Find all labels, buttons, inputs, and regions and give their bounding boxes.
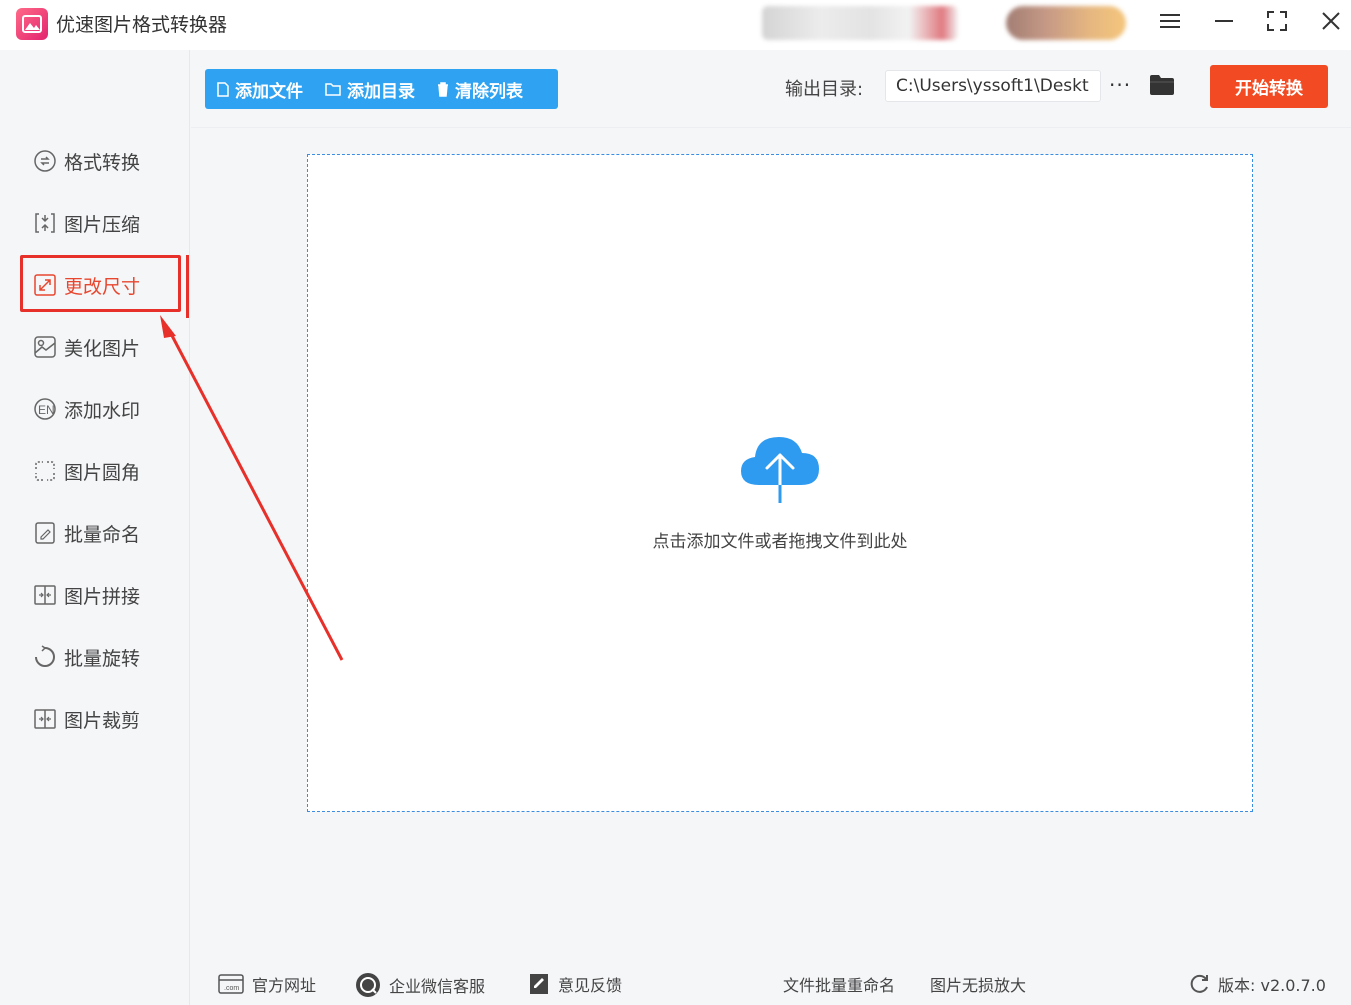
sidebar-item-beautify[interactable]: 美化图片: [32, 327, 172, 367]
add-dir-label: 添加目录: [347, 81, 415, 102]
menu-icon[interactable]: [1150, 6, 1190, 36]
website-label: 官方网址: [252, 976, 317, 995]
minimize-icon[interactable]: [1204, 6, 1244, 36]
file-button-group: 添加文件 添加目录 清除列表: [205, 69, 558, 109]
output-dir-label: 输出目录:: [785, 79, 864, 100]
sidebar-item-label: 图片圆角: [64, 461, 141, 484]
sidebar-item-label: 美化图片: [64, 337, 141, 360]
maximize-icon[interactable]: [1257, 6, 1297, 36]
crop-icon: [32, 706, 58, 732]
toolbar: 添加文件 添加目录 清除列表 输出目录: C:\Users\yssoft1\De…: [191, 50, 1351, 128]
feedback-icon: [530, 974, 548, 994]
drop-hint: 点击添加文件或者拖拽文件到此处: [652, 532, 908, 552]
sidebar-item-rotate[interactable]: 批量旋转: [32, 637, 172, 677]
svg-text:EN: EN: [38, 403, 55, 417]
svg-text:.com: .com: [224, 985, 239, 992]
app-title: 优速图片格式转换器: [56, 14, 228, 36]
start-convert-button[interactable]: 开始转换: [1210, 65, 1328, 108]
batch-rename-link[interactable]: 文件批量重命名: [783, 972, 895, 996]
folder-outline-icon: [325, 82, 341, 96]
sidebar-item-batch-rename[interactable]: 批量命名: [32, 513, 172, 553]
app-logo-icon: [16, 8, 48, 40]
title-bar: 优速图片格式转换器: [0, 0, 1351, 50]
clear-list-button[interactable]: 清除列表: [437, 77, 523, 102]
sidebar-item-rounded-corner[interactable]: 图片圆角: [32, 451, 172, 491]
blurred-user-avatar[interactable]: [1006, 6, 1126, 40]
sidebar-item-label: 图片裁剪: [64, 709, 141, 732]
highlight-box: [20, 255, 181, 312]
sidebar-item-label: 添加水印: [64, 399, 141, 422]
cloud-upload-icon[interactable]: [739, 433, 821, 509]
version-label: 版本: v2.0.7.0: [1218, 976, 1326, 995]
rotate-icon: [32, 644, 58, 670]
add-file-label: 添加文件: [235, 81, 303, 102]
watermark-icon: EN: [32, 396, 58, 422]
sidebar-item-label: 批量命名: [64, 523, 141, 546]
sidebar-item-label: 图片压缩: [64, 213, 141, 236]
trash-icon: [438, 81, 448, 97]
sidebar-item-stitch[interactable]: 图片拼接: [32, 575, 172, 615]
sidebar-item-label: 批量旋转: [64, 647, 141, 670]
rename-icon: [32, 520, 58, 546]
folder-icon[interactable]: [1149, 74, 1175, 100]
feedback-label: 意见反馈: [558, 976, 623, 995]
beautify-icon: [32, 334, 58, 360]
feedback-link[interactable]: 意见反馈: [528, 972, 622, 996]
blurred-account-area: [762, 6, 958, 40]
add-dir-button[interactable]: 添加目录: [325, 77, 415, 102]
close-icon[interactable]: [1311, 6, 1351, 36]
sidebar-item-label: 格式转换: [64, 151, 141, 174]
wechat-service-link[interactable]: 企业微信客服: [355, 972, 485, 998]
compress-icon: [32, 210, 58, 236]
website-icon: .com: [218, 974, 244, 994]
rounded-corner-icon: [32, 458, 58, 484]
clear-list-label: 清除列表: [455, 81, 523, 102]
lossless-enlarge-link[interactable]: 图片无损放大: [930, 972, 1026, 996]
wechat-label: 企业微信客服: [389, 977, 486, 996]
sidebar-item-watermark[interactable]: EN 添加水印: [32, 389, 172, 429]
active-indicator: [186, 255, 189, 318]
enlarge-label: 图片无损放大: [930, 976, 1027, 995]
sidebar-item-compress[interactable]: 图片压缩: [32, 203, 172, 243]
output-dir-field[interactable]: C:\Users\yssoft1\Deskt: [885, 70, 1101, 102]
add-file-button[interactable]: 添加文件: [217, 77, 303, 102]
sidebar-item-label: 图片拼接: [64, 585, 141, 608]
stitch-icon: [32, 582, 58, 608]
wechat-icon: [356, 973, 380, 997]
footer: .com 官方网址 企业微信客服 意见反馈 文件批量重命名 图片无损放大 版本:…: [191, 951, 1351, 1005]
format-convert-icon: [32, 148, 58, 174]
sidebar-item-format-convert[interactable]: 格式转换: [32, 141, 172, 181]
website-link[interactable]: .com 官方网址: [218, 972, 316, 996]
sidebar-item-crop[interactable]: 图片裁剪: [32, 699, 172, 739]
refresh-icon: [1190, 974, 1208, 993]
batch-rename-label: 文件批量重命名: [783, 976, 896, 995]
file-icon: [217, 81, 229, 97]
version-info[interactable]: 版本: v2.0.7.0: [1188, 972, 1326, 996]
more-options-button[interactable]: ···: [1109, 73, 1131, 97]
